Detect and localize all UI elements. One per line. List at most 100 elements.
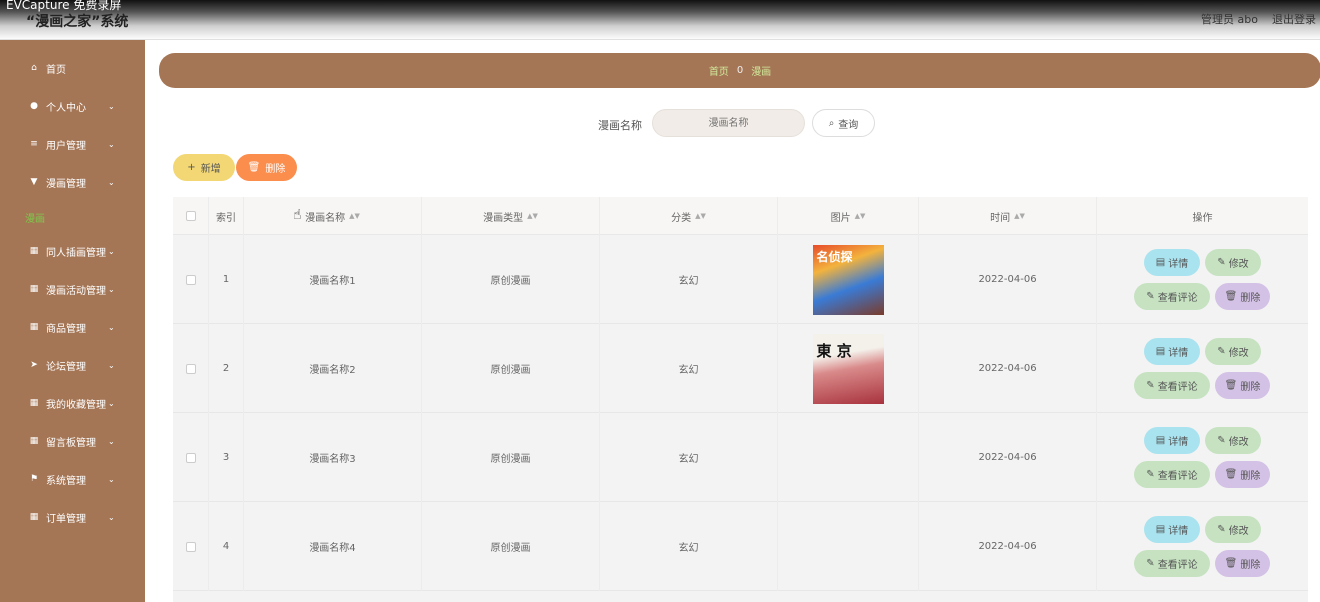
add-button[interactable]: + 新增 (173, 154, 235, 181)
view-comments-button[interactable]: ✎ 查看评论 (1134, 550, 1210, 577)
edit-button[interactable]: ✎ 修改 (1205, 516, 1261, 543)
header-select-all[interactable] (173, 197, 209, 235)
grid-icon: ▦ (29, 284, 39, 294)
cell-actions: ▤ 详情 ✎ 修改 ✎ 查看评论 🗑 删除 (1097, 235, 1308, 324)
sort-icon[interactable]: ▲▼ (695, 212, 706, 220)
sidebar-item-label: 同人插画管理 (46, 247, 106, 259)
delete-button-label: 删除 (1240, 382, 1261, 393)
chevron-down-icon: ⌄ (108, 398, 115, 408)
row-checkbox[interactable] (185, 541, 196, 552)
sidebar-item-label: 个人中心 (46, 102, 86, 114)
system-title: “漫画之家”系统 (26, 14, 129, 30)
chevron-down-icon: ⌄ (108, 474, 115, 484)
edit-button[interactable]: ✎ 修改 (1205, 427, 1261, 454)
user-label[interactable]: 管理员 abo (1201, 11, 1258, 27)
cell-time: 2022-04-06 (919, 413, 1097, 502)
sidebar-item-11[interactable]: ▦ 订单管理 ⌄ (0, 503, 145, 531)
edit-button[interactable]: ✎ 修改 (1205, 249, 1261, 276)
sidebar-item-0[interactable]: ⌂ 首页 (0, 54, 145, 82)
select-all-checkbox[interactable] (185, 211, 196, 221)
grid-icon: ▦ (29, 512, 39, 522)
file-icon: ▤ (1155, 346, 1166, 357)
search-input[interactable] (652, 109, 805, 137)
home-icon: ⌂ (31, 63, 37, 73)
chevron-down-icon: ⌄ (108, 177, 115, 187)
sort-icon[interactable]: ▲▼ (1014, 212, 1025, 220)
sidebar-item-4[interactable]: ▦ 同人插画管理 ⌄ (0, 237, 145, 265)
sidebar-item-7[interactable]: ➤ 论坛管理 ⌄ (0, 351, 145, 379)
header-type[interactable]: 漫画类型 ▲▼ (422, 197, 600, 235)
delete-button[interactable]: 🗑 删除 (1215, 550, 1270, 577)
chevron-down-icon: ⌄ (108, 512, 115, 522)
row-checkbox[interactable] (185, 363, 196, 374)
cell-name: 漫画名称3 (244, 413, 422, 502)
mouse-cursor-icon: ☝ (293, 207, 302, 223)
detail-button[interactable]: ▤ 详情 (1144, 338, 1200, 365)
sort-icon[interactable]: ▲▼ (855, 212, 866, 220)
cell-index: 4 (209, 502, 244, 591)
detail-button[interactable]: ▤ 详情 (1144, 427, 1200, 454)
table-row: 4 漫画名称4 原创漫画 玄幻 2022-04-06 ▤ 详情 ✎ 修改 ✎ 查看评论 🗑 删除 (173, 502, 1308, 591)
chevron-down-icon: ⌄ (108, 101, 115, 111)
sidebar-item-2[interactable]: ≡ 用户管理 ⌄ (0, 130, 145, 158)
chevron-down-icon: ⌄ (108, 360, 115, 370)
manga-cover-image[interactable]: 名侦探 (812, 244, 884, 315)
breadcrumb-home[interactable]: 首页 (709, 63, 729, 78)
file-icon: ▤ (1155, 257, 1166, 268)
cell-actions: ▤ 详情 ✎ 修改 ✎ 查看评论 🗑 删除 (1097, 413, 1308, 502)
sidebar-item-label: 首页 (46, 64, 66, 76)
sidebar-item-10[interactable]: ⚑ 系统管理 ⌄ (0, 465, 145, 493)
detail-button[interactable]: ▤ 详情 (1144, 516, 1200, 543)
row-checkbox[interactable] (185, 452, 196, 463)
edit-button[interactable]: ✎ 修改 (1205, 338, 1261, 365)
chevron-down-icon: ⌄ (108, 284, 115, 294)
header-time[interactable]: 时间 ▲▼ (919, 197, 1097, 235)
cell-type: 原创漫画 (422, 413, 600, 502)
sidebar-item-6[interactable]: ▦ 商品管理 ⌄ (0, 313, 145, 341)
sidebar-item-1[interactable]: ● 个人中心 ⌄ (0, 92, 145, 120)
header-index: 索引 (209, 197, 244, 235)
header-actions: 操作 (1192, 212, 1213, 224)
cell-select (173, 324, 209, 413)
view-comments-button[interactable]: ✎ 查看评论 (1134, 372, 1210, 399)
cell-select (173, 502, 209, 591)
detail-button[interactable]: ▤ 详情 (1144, 249, 1200, 276)
sidebar-item-label: 订单管理 (46, 513, 86, 525)
view-comments-button[interactable]: ✎ 查看评论 (1134, 461, 1210, 488)
pencil-icon: ✎ (1146, 558, 1155, 569)
delete-button[interactable]: 🗑 删除 (1215, 283, 1270, 310)
sidebar-item-5[interactable]: ▦ 漫画活动管理 ⌄ (0, 275, 145, 303)
cover-title: 名侦探 (816, 249, 853, 264)
delete-button[interactable]: 🗑 删除 (1215, 372, 1270, 399)
search-button[interactable]: ⌕ 查询 (812, 109, 875, 137)
batch-delete-button[interactable]: 🗑 删除 (236, 154, 297, 181)
trash-icon: 🗑 (247, 162, 261, 173)
view-comments-button-label: 查看评论 (1157, 560, 1198, 571)
logout-link[interactable]: 退出登录 (1272, 11, 1316, 27)
manga-table: 索引 漫画名称 ▲▼ 漫画类型 ▲▼ 分类 ▲▼ 图片 ▲▼ 时间 ▲▼ 操作 1 漫画名称… (173, 197, 1308, 602)
header-name[interactable]: 漫画名称 ▲▼ (244, 197, 422, 235)
sidebar-item-3[interactable]: ▼ 漫画管理 ⌄ (0, 168, 145, 196)
sort-icon[interactable]: ▲▼ (349, 212, 360, 220)
header-image-label: 图片 (830, 212, 851, 224)
sidebar-subitem-manga[interactable]: 漫画 (25, 210, 45, 225)
manga-cover-image[interactable]: 東 京 (812, 333, 884, 404)
cell-index: 2 (209, 324, 244, 413)
trash-icon: 🗑 (1224, 291, 1238, 302)
delete-button[interactable]: 🗑 删除 (1215, 461, 1270, 488)
detail-button-label: 详情 (1168, 348, 1189, 359)
cell-time: 2022-04-06 (919, 502, 1097, 591)
cell-type: 原创漫画 (422, 324, 600, 413)
pencil-icon: ✎ (1217, 435, 1226, 446)
top-right-links: 管理员 abo 退出登录 (1201, 11, 1316, 27)
sidebar-item-9[interactable]: ▦ 留言板管理 ⌄ (0, 427, 145, 455)
header-category[interactable]: 分类 ▲▼ (600, 197, 778, 235)
top-bar: EVCapture 免费录屏 “漫画之家”系统 管理员 abo 退出登录 (0, 0, 1320, 40)
batch-delete-label: 删除 (265, 164, 286, 175)
header-image[interactable]: 图片 ▲▼ (778, 197, 919, 235)
view-comments-button[interactable]: ✎ 查看评论 (1134, 283, 1210, 310)
row-checkbox[interactable] (185, 274, 196, 285)
sidebar-item-8[interactable]: ▦ 我的收藏管理 ⌄ (0, 389, 145, 417)
header-type-label: 漫画类型 (483, 212, 524, 224)
sort-icon[interactable]: ▲▼ (527, 212, 538, 220)
